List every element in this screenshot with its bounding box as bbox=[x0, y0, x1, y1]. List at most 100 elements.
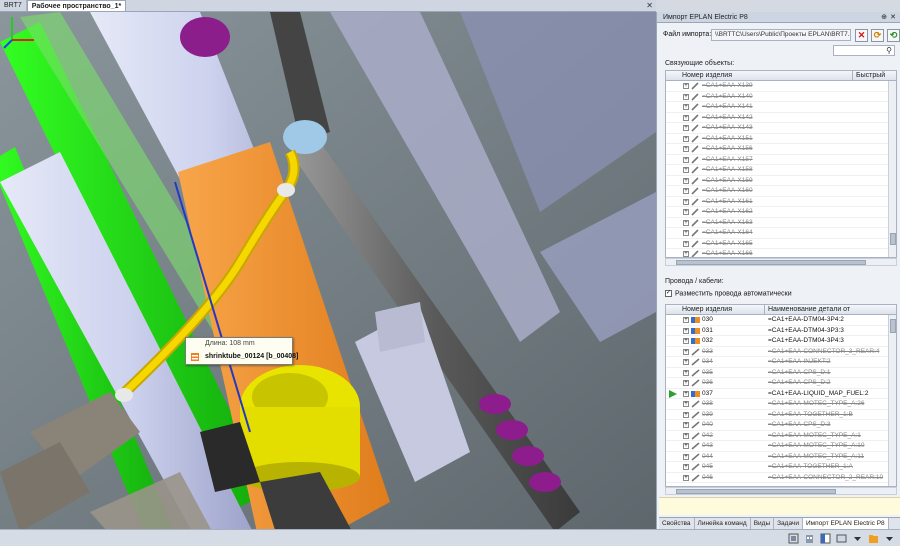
wires-hscroll[interactable] bbox=[665, 487, 897, 495]
file-path-field[interactable]: \\BRTTC\Users\Public\Проекты EPLAN\BRT7.… bbox=[711, 29, 851, 41]
folder-icon[interactable] bbox=[868, 533, 879, 544]
wire-row[interactable]: +030 =CA1+EAA-DTM04-3P4:2 bbox=[666, 315, 896, 326]
wire-row[interactable]: +043 =CA1+EAA-MOTEC_TYPE_A:10 bbox=[666, 441, 896, 452]
remove-file-button[interactable]: ✕ bbox=[855, 29, 868, 42]
expand-icon[interactable]: + bbox=[683, 83, 689, 89]
col-wire-number[interactable]: Номер изделия bbox=[682, 306, 732, 313]
expand-icon[interactable]: + bbox=[683, 156, 689, 163]
layout-icon[interactable] bbox=[820, 533, 831, 544]
linked-row[interactable]: + =CA1+EAA-X158 bbox=[666, 165, 896, 176]
expand-icon[interactable]: + bbox=[683, 327, 689, 334]
linked-row[interactable]: + =CA1+EAA-X141 bbox=[666, 102, 896, 113]
3d-viewport[interactable]: Длина: 108 mm shrinktube_00124 [b_00408] bbox=[0, 12, 656, 546]
wire-row[interactable]: +040 =CA1+EAA-CPS_D:3 bbox=[666, 420, 896, 431]
wire-row[interactable]: +046 =CA1+EAA-CONNECTOR_2_REAR:10 bbox=[666, 473, 896, 483]
wire-row[interactable]: +042 =CA1+EAA-MOTEC_TYPE_A:1 bbox=[666, 431, 896, 441]
linked-row[interactable]: + =CA1+EAA-X163 bbox=[666, 218, 896, 228]
wire-row[interactable]: +033 =CA1+EAA-CONNECTOR_3_REAR:4 bbox=[666, 347, 896, 357]
linked-row[interactable]: + =CA1+EAA-X165 bbox=[666, 239, 896, 249]
view-icon[interactable] bbox=[836, 533, 847, 544]
col-part-number[interactable]: Номер изделия bbox=[682, 72, 732, 79]
expand-icon[interactable]: + bbox=[683, 390, 689, 397]
expand-icon[interactable]: + bbox=[683, 464, 689, 470]
expand-icon[interactable]: + bbox=[683, 146, 689, 152]
linked-row[interactable]: + =CA1+EAA-X156 bbox=[666, 144, 896, 155]
tab-tasks[interactable]: Задачи bbox=[774, 518, 803, 529]
wire-row[interactable]: +036 =CA1+EAA-CPS_D:2 bbox=[666, 378, 896, 389]
hscroll-thumb[interactable] bbox=[676, 260, 866, 265]
tab-brt7[interactable]: BRT7 bbox=[0, 0, 27, 11]
linked-hscroll[interactable] bbox=[665, 258, 897, 266]
auto-place-checkbox-row[interactable]: ✓ Разместить провода автоматически bbox=[665, 290, 792, 297]
grid-snap-icon[interactable] bbox=[788, 533, 799, 544]
expand-icon[interactable]: + bbox=[683, 219, 689, 226]
refresh-file-button[interactable]: ⟳ bbox=[871, 29, 884, 42]
expand-icon[interactable]: + bbox=[683, 453, 689, 460]
expand-icon[interactable]: + bbox=[683, 432, 689, 439]
expand-icon[interactable]: + bbox=[683, 422, 689, 428]
expand-icon[interactable]: + bbox=[683, 359, 689, 365]
expand-icon[interactable]: + bbox=[683, 167, 689, 173]
expand-icon[interactable]: + bbox=[683, 474, 689, 481]
expand-icon[interactable]: + bbox=[683, 401, 689, 407]
wires-vscroll[interactable] bbox=[888, 315, 896, 486]
linked-row[interactable]: + =CA1+EAA-X140 bbox=[666, 92, 896, 102]
linked-row[interactable]: + =CA1+EAA-X166 bbox=[666, 249, 896, 257]
linked-vscroll[interactable] bbox=[888, 81, 896, 257]
expand-icon[interactable]: + bbox=[683, 177, 689, 184]
wire-row[interactable]: +034 =CA1+EAA-INJEKT:2 bbox=[666, 357, 896, 368]
wires-hscroll-thumb[interactable] bbox=[676, 489, 836, 494]
wire-row[interactable]: +037 =CA1+EAA-LIQUID_MAP_FUEL:2 bbox=[666, 389, 896, 399]
col-quick[interactable]: Быстрый bbox=[856, 72, 885, 79]
tab-views[interactable]: Виды bbox=[751, 518, 775, 529]
linked-row[interactable]: + =CA1+EAA-X143 bbox=[666, 123, 896, 134]
panel-close-icon[interactable]: ✕ bbox=[890, 12, 896, 23]
wire-row[interactable]: +045 =CA1+EAA-TOGETHER_1:A bbox=[666, 462, 896, 473]
tab-command-line[interactable]: Линейка команд bbox=[695, 518, 751, 529]
linked-row[interactable]: + =CA1+EAA-X142 bbox=[666, 113, 896, 123]
expand-icon[interactable]: + bbox=[683, 348, 689, 355]
linked-row[interactable]: + =CA1+EAA-X161 bbox=[666, 197, 896, 207]
linked-row[interactable]: + =CA1+EAA-X151 bbox=[666, 134, 896, 144]
expand-icon[interactable]: + bbox=[683, 135, 689, 142]
expand-icon[interactable]: + bbox=[683, 114, 689, 121]
expand-icon[interactable]: + bbox=[683, 188, 689, 194]
sync-file-button[interactable]: ⟲ bbox=[887, 29, 900, 42]
arrow-dropdown-icon[interactable] bbox=[852, 533, 863, 544]
col-part-name-from[interactable]: Наименование детали от bbox=[768, 306, 850, 313]
expand-icon[interactable]: + bbox=[683, 251, 689, 257]
expand-icon[interactable]: + bbox=[683, 93, 689, 100]
linked-row[interactable]: + =CA1+EAA-X160 bbox=[666, 186, 896, 197]
wire-row[interactable]: +035 =CA1+EAA-CPS_D:1 bbox=[666, 368, 896, 378]
auto-place-checkbox[interactable]: ✓ bbox=[665, 290, 672, 297]
expand-icon[interactable]: + bbox=[683, 240, 689, 247]
expand-icon[interactable]: + bbox=[683, 104, 689, 110]
wires-scroll-thumb[interactable] bbox=[890, 319, 896, 333]
linked-row[interactable]: + =CA1+EAA-X164 bbox=[666, 228, 896, 239]
expand-icon[interactable]: + bbox=[683, 443, 689, 449]
tab-eplan-import[interactable]: Импорт EPLAN Electric P8 bbox=[802, 518, 889, 529]
linked-objects-grid[interactable]: Номер изделия Быстрый + =CA1+EAA-X139 + =CA… bbox=[665, 70, 897, 258]
wire-row[interactable]: +038 =CA1+EAA-MOTEC_TYPE_A:26 bbox=[666, 399, 896, 410]
expand-icon[interactable]: + bbox=[683, 411, 689, 418]
building-icon[interactable] bbox=[804, 533, 815, 544]
expand-icon[interactable]: + bbox=[683, 209, 689, 215]
linked-row[interactable]: + =CA1+EAA-X162 bbox=[666, 207, 896, 218]
expand-icon[interactable]: + bbox=[683, 230, 689, 236]
expand-icon[interactable]: + bbox=[683, 380, 689, 386]
scroll-thumb[interactable] bbox=[890, 233, 896, 245]
wires-grid[interactable]: Номер изделия Наименование детали от +03… bbox=[665, 304, 897, 487]
wire-row[interactable]: +032 =CA1+EAA-DTM04-3P4:3 bbox=[666, 336, 896, 347]
linked-row[interactable]: + =CA1+EAA-X157 bbox=[666, 155, 896, 165]
linked-row[interactable]: + =CA1+EAA-X139 bbox=[666, 81, 896, 92]
tab-workspace[interactable]: Рабочее пространство_1* bbox=[26, 0, 127, 11]
wire-row[interactable]: +031 =CA1+EAA-DTM04-3P3:3 bbox=[666, 326, 896, 336]
wire-row[interactable]: +044 =CA1+EAA-MOTEC_TYPE_A:11 bbox=[666, 452, 896, 462]
expand-icon[interactable]: + bbox=[683, 369, 689, 376]
tab-properties[interactable]: Свойства bbox=[659, 518, 695, 529]
expand-icon[interactable]: + bbox=[683, 317, 689, 323]
expand-icon[interactable]: + bbox=[683, 198, 689, 205]
expand-icon[interactable]: + bbox=[683, 125, 689, 131]
expand-icon[interactable]: + bbox=[683, 338, 689, 344]
close-icon[interactable]: ✕ bbox=[646, 1, 653, 10]
